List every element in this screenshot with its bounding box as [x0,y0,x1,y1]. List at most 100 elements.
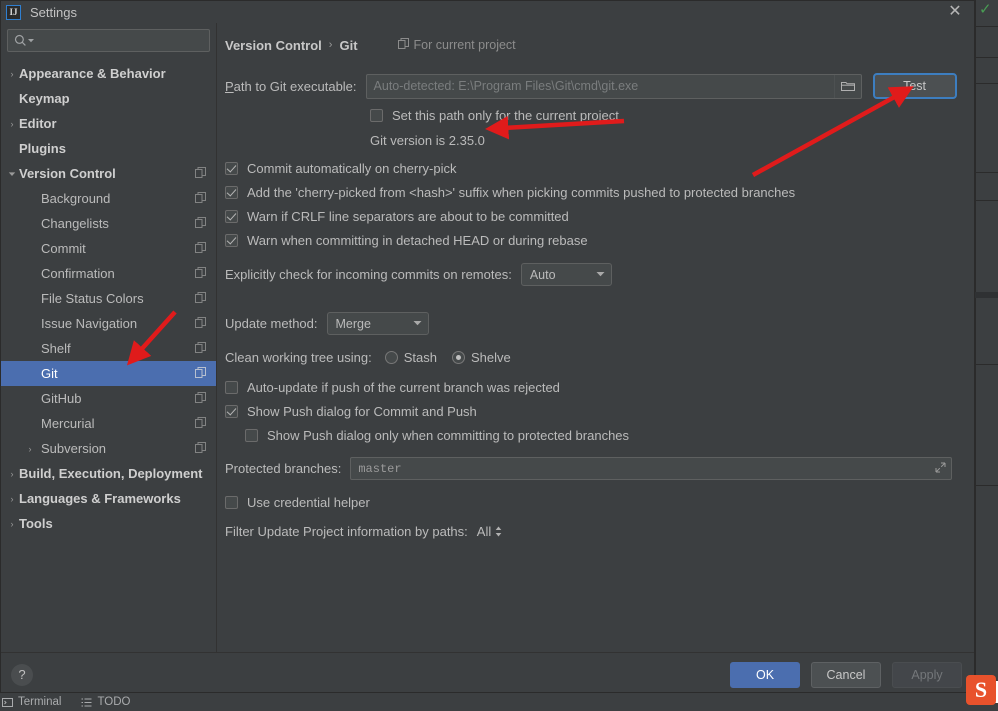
use-credential-helper-row[interactable]: Use credential helper [225,495,966,510]
sidebar-item-commit[interactable]: › Commit [1,236,216,261]
no-chevron-icon: › [5,419,19,429]
cherry-picked-suffix-checkbox[interactable] [225,186,238,199]
status-terminal[interactable]: Terminal [2,696,61,708]
sidebar-item-confirmation[interactable]: › Confirmation [1,261,216,286]
clean-working-tree-label: Clean working tree using: [225,350,372,365]
chevron-down-icon [5,170,19,178]
clean-working-tree-row: Clean working tree using: Stash Shelve [225,350,966,365]
stash-radio[interactable] [384,351,398,364]
chevron-right-icon: › [28,443,32,454]
update-method-label: Update method: [225,316,318,331]
sidebar-item-shelf[interactable]: › Shelf [1,336,216,361]
sidebar-item-tools[interactable]: › Tools [1,511,216,536]
shelve-label: Shelve [470,350,511,365]
sidebar-item-languages-frameworks[interactable]: › Languages & Frameworks [1,486,216,511]
no-chevron-icon: › [5,219,19,229]
sidebar-item-issue-navigation[interactable]: › Issue Navigation [1,311,216,336]
sidebar-item-label: Changelists [41,216,109,231]
project-scope-icon [195,316,206,331]
ide-strip-cell [976,173,998,201]
sidebar-item-plugins[interactable]: › Plugins [1,136,216,161]
auto-update-checkbox[interactable] [225,381,238,394]
sidebar-item-label: Shelf [41,341,71,356]
sidebar-item-changelists[interactable]: › Changelists [1,211,216,236]
sidebar-item-label: GitHub [41,391,82,406]
sidebar-item-keymap[interactable]: › Keymap [1,86,216,111]
settings-search-box[interactable] [7,29,210,52]
set-path-only-checkbox[interactable] [370,109,383,122]
incoming-commits-dropdown[interactable]: Auto [520,263,612,286]
incoming-commits-label: Explicitly check for incoming commits on… [225,267,512,282]
copy-scope-icon [397,38,409,52]
ok-button[interactable]: OK [730,661,800,688]
filter-update-label: Filter Update Project information by pat… [225,524,468,539]
project-scope-icon [195,391,206,406]
help-button[interactable]: ? [11,663,33,686]
sidebar-item-build-execution-deployment[interactable]: › Build, Execution, Deployment [1,461,216,486]
show-push-dialog-row[interactable]: Show Push dialog for Commit and Push [225,404,966,419]
shelve-radio[interactable] [451,351,465,364]
settings-sidebar: › Appearance & Behavior › Keymap › Edito… [1,23,217,652]
sidebar-item-version-control[interactable]: Version Control [1,161,216,186]
cancel-button[interactable]: Cancel [811,661,881,688]
warn-crlf-row[interactable]: Warn if CRLF line separators are about t… [225,209,966,224]
commit-automatically-row[interactable]: Commit automatically on cherry-pick [225,161,966,176]
sidebar-item-mercurial[interactable]: › Mercurial [1,411,216,436]
sidebar-item-background[interactable]: › Background [1,186,216,211]
sidebar-item-appearance-behavior[interactable]: › Appearance & Behavior [1,61,216,86]
breadcrumb: Version Control › Git For current projec… [217,23,974,55]
set-path-only-row[interactable]: Set this path only for the current proje… [370,108,966,123]
sidebar-item-file-status-colors[interactable]: › File Status Colors [1,286,216,311]
spinner-arrows-icon[interactable] [495,526,502,537]
sidebar-item-label: Confirmation [41,266,115,281]
auto-update-row[interactable]: Auto-update if push of the current branc… [225,380,966,395]
project-scope-icon [195,291,206,306]
test-button[interactable]: Test [872,73,957,99]
incoming-commits-value: Auto [529,267,556,282]
path-to-git-field[interactable]: Auto-detected: E:\Program Files\Git\cmd\… [365,73,862,99]
warn-detached-head-row[interactable]: Warn when committing in detached HEAD or… [225,233,966,248]
git-settings-form: Path to Git executable: Auto-detected: E… [217,55,974,539]
use-credential-helper-checkbox[interactable] [225,496,238,509]
update-method-dropdown[interactable]: Merge [326,312,429,335]
path-to-git-row: Path to Git executable: Auto-detected: E… [225,73,966,99]
settings-dialog: IJ Settings ✕ › Appearance & Behavior Ke… [0,0,975,695]
project-scope-icon [195,341,206,356]
project-scope-icon [195,191,206,206]
snipaste-logo-icon[interactable]: S [966,675,996,705]
status-terminal-label: Terminal [18,696,62,708]
project-scope-icon [195,441,206,456]
commit-automatically-checkbox[interactable] [225,162,238,175]
sidebar-item-label: Languages & Frameworks [19,491,181,506]
sidebar-item-subversion[interactable]: › Subversion [1,436,216,461]
warn-crlf-checkbox[interactable] [225,210,238,223]
sidebar-item-label: Commit [41,241,86,256]
search-input[interactable] [39,33,203,48]
sidebar-item-github[interactable]: › GitHub [1,386,216,411]
ide-strip-cell [976,27,998,58]
filter-update-value[interactable]: All [477,524,491,539]
sidebar-item-editor[interactable]: › Editor [1,111,216,136]
apply-button[interactable]: Apply [892,661,962,688]
expand-icon[interactable] [929,462,951,476]
breadcrumb-root[interactable]: Version Control [225,38,322,53]
ide-right-tool-strip [975,0,998,695]
ide-status-bar: Terminal TODO [0,692,998,711]
close-icon[interactable]: ✕ [946,3,964,21]
sidebar-item-git[interactable]: › Git [1,361,216,386]
folder-icon[interactable] [833,74,861,98]
warn-detached-head-checkbox[interactable] [225,234,238,247]
shelve-radio-option[interactable]: Shelve [451,350,511,365]
cherry-picked-suffix-label: Add the 'cherry-picked from <hash>' suff… [247,185,796,200]
stash-radio-option[interactable]: Stash [384,350,437,365]
warn-detached-head-label: Warn when committing in detached HEAD or… [247,233,588,248]
no-chevron-icon: › [5,269,19,279]
protected-branches-field[interactable]: master [350,457,953,480]
show-push-dialog-protected-row[interactable]: Show Push dialog only when committing to… [245,428,966,443]
show-push-dialog-checkbox[interactable] [225,405,238,418]
show-push-dialog-protected-checkbox[interactable] [245,429,258,442]
dialog-titlebar: IJ Settings ✕ [1,1,974,23]
ide-strip-divider [975,292,998,298]
status-todo[interactable]: TODO [81,696,130,708]
cherry-picked-suffix-row[interactable]: Add the 'cherry-picked from <hash>' suff… [225,185,966,200]
